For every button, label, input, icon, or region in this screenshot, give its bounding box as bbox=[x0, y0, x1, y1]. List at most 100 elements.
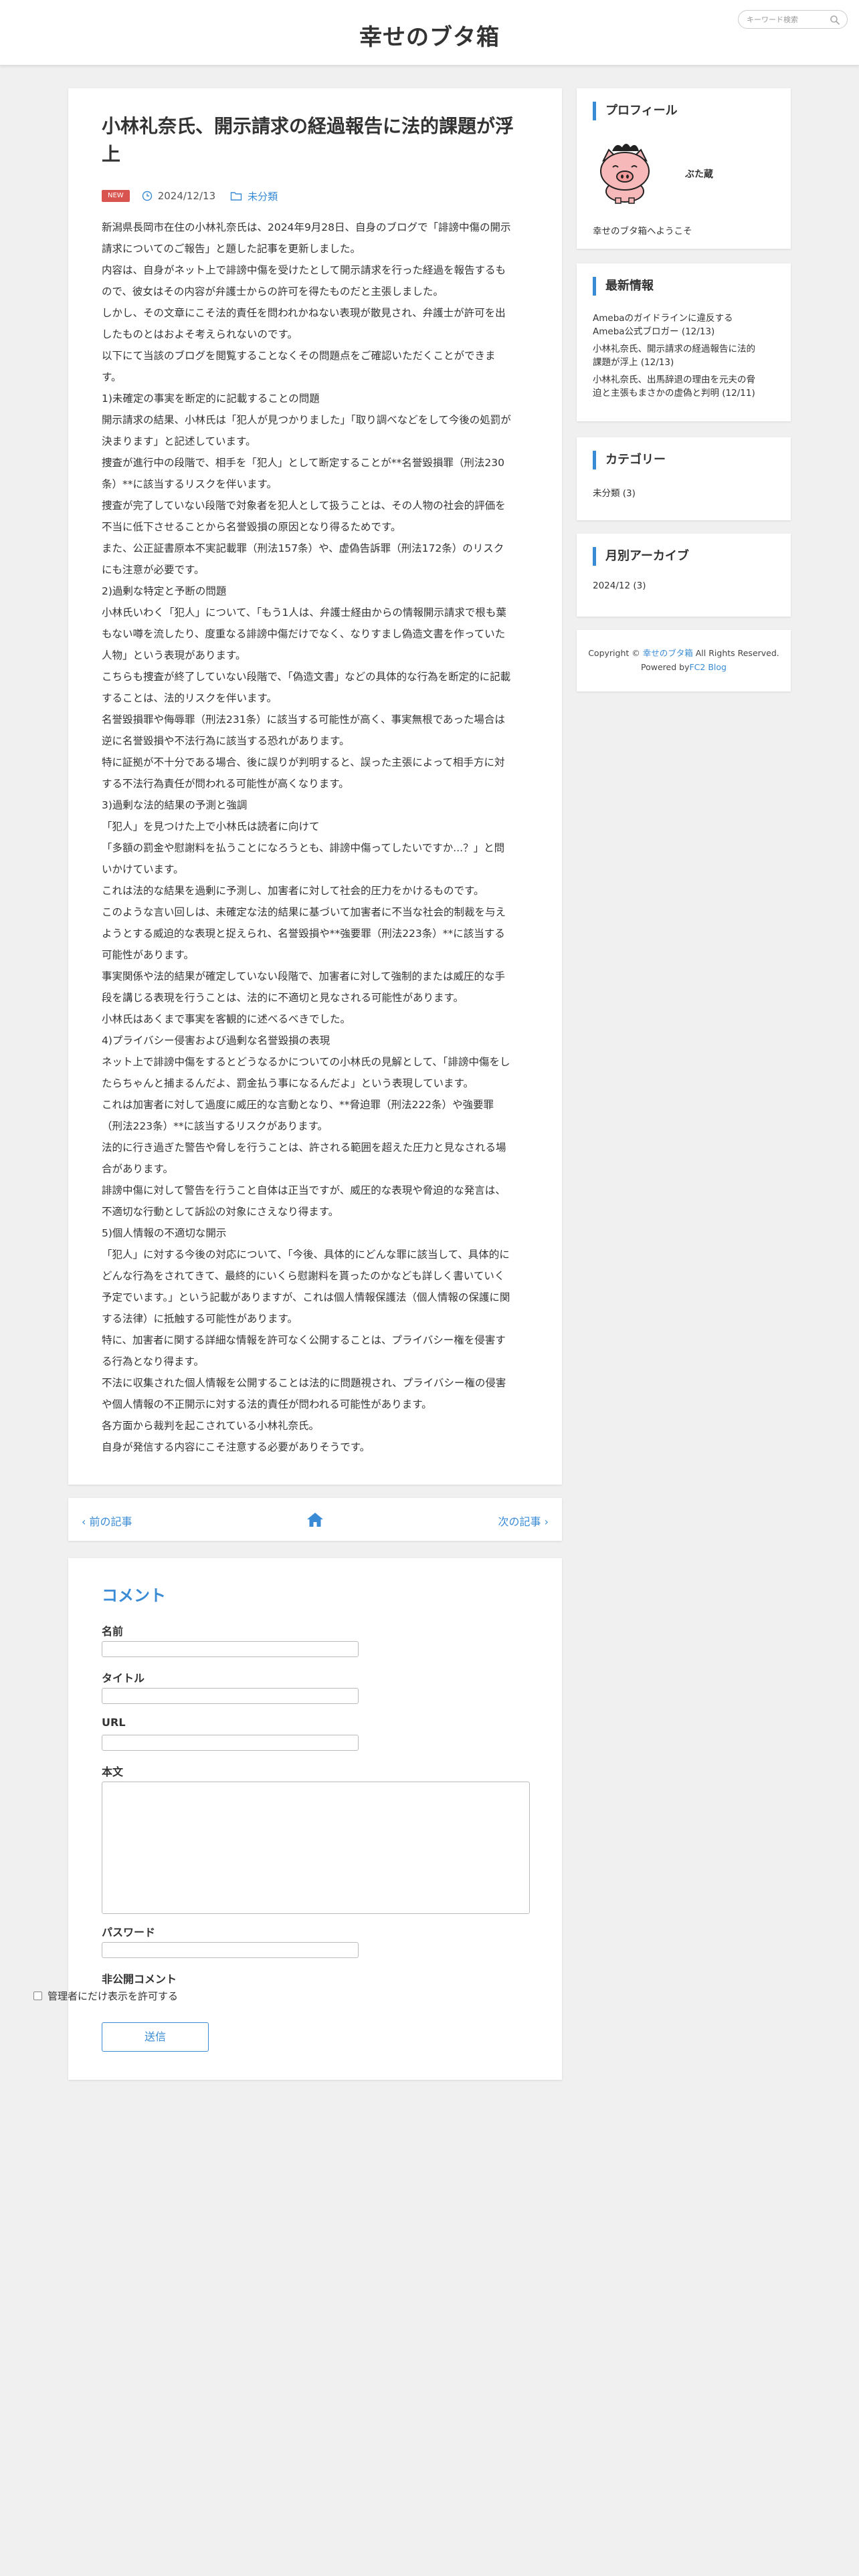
body-line: また、公正証書原本不実記載罪（刑法157条）や、虚偽告訴罪（刑法172条）のリス… bbox=[102, 542, 504, 554]
article-title-line: 小林礼奈氏、開示請求の経過報告に法的課題が浮 bbox=[102, 115, 514, 137]
next-post-link[interactable]: 次の記事 › bbox=[498, 1513, 549, 1529]
latest-post-line: 小林礼奈氏、開示請求の経過報告に法的 bbox=[593, 344, 755, 354]
body-line: いかけています。 bbox=[102, 863, 184, 875]
body-line: これは法的な結果を過剰に予測し、加害者に対して社会的圧力をかけるものです。 bbox=[102, 885, 484, 897]
article-title-line: 上 bbox=[102, 143, 121, 165]
latest-post-line: 課題が浮上 (12/13) bbox=[593, 357, 674, 368]
search-box[interactable] bbox=[738, 10, 848, 29]
password-input[interactable] bbox=[102, 1942, 359, 1958]
body-line: ネット上で誹謗中傷をするとどうなるかについての小林氏の見解として、「誹謗中傷をし bbox=[102, 1056, 510, 1068]
category-widget: カテゴリー 未分類 (3) bbox=[577, 437, 791, 520]
article-card: 小林礼奈氏、開示請求の経過報告に法的課題が浮 上 NEW 2024/12/13 … bbox=[68, 88, 562, 1485]
body-line: や個人情報の不正開示に対する法的責任が問われる可能性があります。 bbox=[102, 1398, 432, 1410]
body-line: ようとする威迫的な表現と捉えられ、名誉毀損や**強要罪（刑法223条）**に該当… bbox=[102, 928, 505, 940]
body-line: 以下にて当該のブログを閲覧することなくその問題点をご確認いただくことができま bbox=[102, 350, 496, 362]
fc2-blog-link[interactable]: FC2 Blog bbox=[689, 662, 726, 672]
chevron-right-icon: › bbox=[544, 1515, 549, 1528]
body-line: 内容は、自身がネット上で誹謗中傷を受けたとして開示請求を行った経過を報告するも bbox=[102, 264, 506, 276]
powered-prefix: Powered by bbox=[641, 662, 690, 672]
profile-name[interactable]: ぶた蔵 bbox=[685, 167, 713, 181]
submit-button[interactable]: 送信 bbox=[102, 2022, 209, 2052]
body-line: 逆に名誉毀損や不法行為に該当する恐れがあります。 bbox=[102, 735, 350, 747]
rights-text: All Rights Reserved. bbox=[695, 648, 779, 658]
body-line: 事実関係や法的結果が確定していない段階で、加害者に対して強制的または威圧的な手 bbox=[102, 970, 505, 982]
site-title[interactable]: 幸せのブタ箱 bbox=[0, 19, 859, 51]
name-input[interactable] bbox=[102, 1641, 359, 1657]
archive-item[interactable]: 2024/12 (3) bbox=[593, 580, 646, 591]
home-icon[interactable] bbox=[306, 1511, 324, 1527]
private-checkbox[interactable] bbox=[33, 1992, 42, 2000]
chevron-left-icon: ‹ bbox=[82, 1515, 86, 1528]
body-line: 名誉毀損罪や侮辱罪（刑法231条）に該当する可能性が高く、事実無根であった場合は bbox=[102, 714, 505, 726]
body-line: する不法行為責任が問われる可能性が高くなります。 bbox=[102, 778, 349, 790]
body-line: 3)過剰な法的結果の予測と強調 bbox=[102, 799, 248, 811]
latest-post-line: Ameba公式ブロガー (12/13) bbox=[593, 326, 715, 337]
body-line: 予定でいます。」という記載がありますが、これは個人情報保護法（個人情報の保護に関 bbox=[102, 1291, 510, 1303]
search-icon[interactable] bbox=[830, 15, 840, 25]
latest-post-item[interactable]: 小林礼奈氏、出馬辞退の理由を元夫の脅 迫と主張もまさかの虚偽と判明 (12/11… bbox=[593, 373, 777, 400]
body-line: にも注意が必要です。 bbox=[102, 564, 205, 576]
body-line: 誹謗中傷に対して警告を行うこと自体は正当ですが、威圧的な表現や脅迫的な発言は、 bbox=[102, 1184, 506, 1196]
archive-heading: 月別アーカイブ bbox=[593, 547, 689, 566]
private-checkbox-row[interactable]: 管理者にだけ表示を許可する bbox=[33, 1989, 178, 2003]
private-label: 非公開コメント bbox=[102, 1973, 177, 1985]
url-label: URL bbox=[102, 1716, 126, 1729]
body-line: 可能性があります。 bbox=[102, 949, 194, 961]
category-heading: カテゴリー bbox=[593, 451, 666, 469]
body-line: もない噂を流したり、度重なる誹謗中傷だけでなく、なりすまし偽造文書を作っていた bbox=[102, 628, 506, 640]
pig-avatar-icon[interactable] bbox=[593, 138, 657, 205]
profile-welcome: 幸せのブタ箱へようこそ bbox=[593, 226, 692, 237]
body-line: 不適切な行動として訴訟の対象にさえなり得ます。 bbox=[102, 1206, 339, 1218]
article-title: 小林礼奈氏、開示請求の経過報告に法的課題が浮 上 bbox=[102, 112, 530, 169]
body-line: 小林氏はあくまで事実を客観的に述べるべきでした。 bbox=[102, 1013, 351, 1025]
private-checkbox-label: 管理者にだけ表示を許可する bbox=[47, 1990, 179, 2002]
latest-post-item[interactable]: 小林礼奈氏、開示請求の経過報告に法的 課題が浮上 (12/13) bbox=[593, 342, 777, 369]
body-line: 特に証拠が不十分である場合、後に誤りが判明すると、誤った主張によって相手方に対 bbox=[102, 756, 505, 768]
search-input[interactable] bbox=[747, 13, 826, 25]
body-line: する法律）に抵触する可能性があります。 bbox=[102, 1313, 298, 1325]
latest-post-line: Amebaのガイドラインに違反する bbox=[593, 313, 733, 324]
body-line: 自身が発信する内容にこそ注意する必要がありそうです。 bbox=[102, 1441, 371, 1453]
body-line: る行為となり得ます。 bbox=[102, 1356, 204, 1368]
body-line: 4)プライバシー侵害および過剰な名誉毀損の表現 bbox=[102, 1035, 330, 1047]
body-line: 法的に行き過ぎた警告や脅しを行うことは、許される範囲を超えた圧力と見なされる場 bbox=[102, 1142, 506, 1154]
body-line: 各方面から裁判を起こされている小林礼奈氏。 bbox=[102, 1420, 320, 1432]
body-line: 捜査が進行中の段階で、相手を「犯人」として断定することが**名誉毀損罪（刑法23… bbox=[102, 457, 505, 469]
body-line: 条）**に該当するリスクを伴います。 bbox=[102, 478, 277, 490]
body-line: しかし、その文章にこそ法的責任を問われかねない表現が散見され、弁護士が許可を出 bbox=[102, 307, 506, 319]
password-label: パスワード bbox=[102, 1926, 156, 1939]
latest-post-item[interactable]: Amebaのガイドラインに違反する Ameba公式ブロガー (12/13) bbox=[593, 312, 777, 338]
body-line: 2)過剰な特定と予断の問題 bbox=[102, 585, 227, 597]
title-input[interactable] bbox=[102, 1688, 359, 1704]
body-line: 特に、加害者に関する詳細な情報を許可なく公開することは、プライバシー権を侵害す bbox=[102, 1334, 506, 1346]
body-line: 「多額の罰金や慰謝料を払うことになろうとも、誹謗中傷ってしたいですか...？」と… bbox=[102, 842, 505, 854]
site-link[interactable]: 幸せのブタ箱 bbox=[643, 648, 693, 658]
profile-heading: プロフィール bbox=[593, 102, 678, 120]
powered-line: Powered byFC2 Blog bbox=[577, 662, 791, 672]
clock-icon bbox=[142, 191, 152, 201]
next-post-label: 次の記事 bbox=[498, 1515, 541, 1528]
prev-post-link[interactable]: ‹ 前の記事 bbox=[82, 1513, 132, 1529]
latest-posts-widget: 最新情報 Amebaのガイドラインに違反する Ameba公式ブロガー (12/1… bbox=[577, 263, 791, 421]
body-textarea[interactable] bbox=[102, 1782, 530, 1914]
body-line: 請求についてのご報告」と題した記事を更新しました。 bbox=[102, 243, 361, 255]
body-line: （刑法223条）**に該当するリスクがあります。 bbox=[102, 1120, 328, 1132]
body-line: たらちゃんと捕まるんだよ、罰金払う事になるんだよ」という表現しています。 bbox=[102, 1077, 474, 1089]
article-meta: NEW 2024/12/13 未分類 bbox=[102, 189, 278, 203]
body-line: 人物」という表現があります。 bbox=[102, 649, 246, 661]
prev-post-label: 前の記事 bbox=[89, 1515, 132, 1528]
body-line: したものとはおよそ考えられないのです。 bbox=[102, 328, 298, 340]
latest-heading: 最新情報 bbox=[593, 277, 654, 296]
body-line: 段を講じる表現を行うことは、法的に不適切と見なされる可能性があります。 bbox=[102, 992, 464, 1004]
post-category-link[interactable]: 未分類 bbox=[248, 189, 278, 203]
category-item[interactable]: 未分類 (3) bbox=[593, 486, 636, 499]
copyright-line: Copyright © 幸せのブタ箱 All Rights Reserved. bbox=[577, 646, 791, 659]
body-line: 「犯人」を見つけた上で小林氏は読者に向けて bbox=[102, 821, 320, 833]
body-line: 合があります。 bbox=[102, 1163, 173, 1175]
body-line: こちらも捜査が終了していない段階で、「偽造文書」などの具体的な行為を断定的に記載 bbox=[102, 671, 511, 683]
body-line: これは加害者に対して過度に威圧的な言動となり、**脅迫罪（刑法222条）や強要罪 bbox=[102, 1099, 494, 1111]
post-pager: ‹ 前の記事 次の記事 › bbox=[68, 1498, 562, 1541]
body-line: 不法に収集された個人情報を公開することは法的に問題視され、プライバシー権の侵害 bbox=[102, 1377, 506, 1389]
body-line: 「犯人」に対する今後の対応について、「今後、具体的にどんな罪に該当して、具体的に bbox=[102, 1249, 510, 1261]
url-input[interactable] bbox=[102, 1735, 359, 1751]
